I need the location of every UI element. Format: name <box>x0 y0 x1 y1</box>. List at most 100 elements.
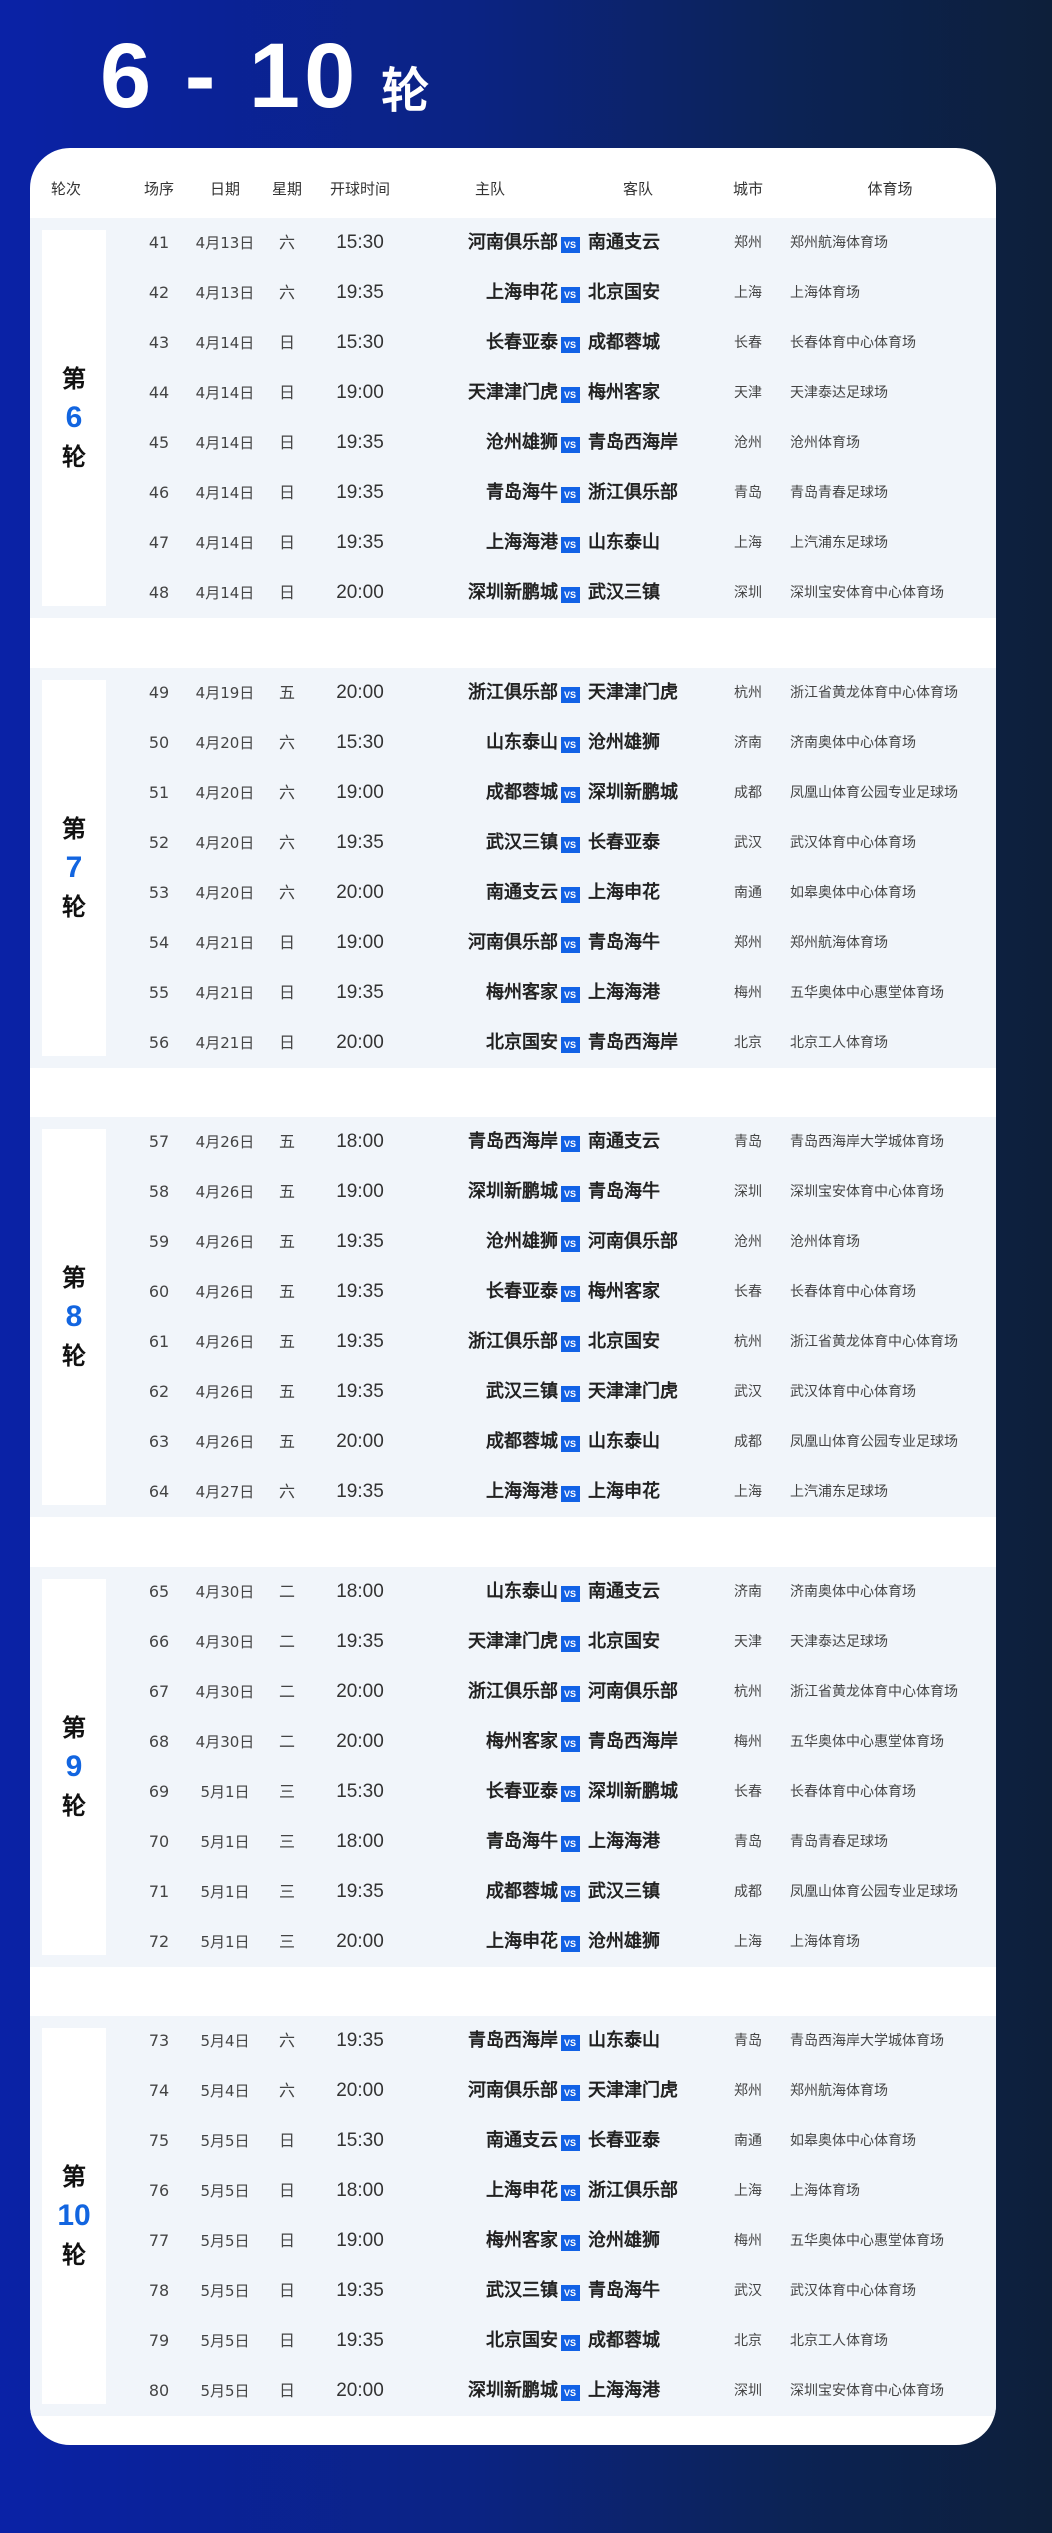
match-city: 杭州 <box>734 1334 762 1350</box>
match-venue: 青岛青春足球场 <box>790 485 888 501</box>
match-weekday: 三 <box>278 1931 295 1951</box>
vs-badge: VS <box>560 736 580 753</box>
match-weekday: 日 <box>278 2181 295 2200</box>
match-row: 59 4月26日五 19:35 沧州雄狮 VS 河南俱乐部 沧州 沧州体育场 <box>30 1217 996 1267</box>
kickoff-time: 20:00 <box>336 881 384 903</box>
kickoff-time: 20:00 <box>336 1930 384 1952</box>
kickoff-time: 20:00 <box>336 1431 384 1452</box>
home-team: 武汉三镇 <box>486 2280 558 2301</box>
vs-badge: VS <box>560 2285 580 2301</box>
match-city: 郑州 <box>734 235 762 251</box>
match-no: 49 <box>148 682 170 702</box>
match-row: 68 4月30日二 20:00 梅州客家 VS 青岛西海岸 梅州 五华奥体中心惠堂体育场 <box>30 1717 996 1767</box>
vs-icon: VS <box>550 218 590 268</box>
match-row: 54 4月21日日 19:00 河南俱乐部 VS 青岛海牛 郑州 郑州航海体育场 <box>30 918 996 968</box>
vs-icon: VS <box>550 1117 590 1167</box>
match-venue: 济南奥体中心体育场 <box>790 734 916 751</box>
match-date: 4月13日 <box>195 284 255 302</box>
match-row: 44 4月14日日 19:00 天津津门虎 VS 梅州客家 天津 天津泰达足球场 <box>30 368 996 418</box>
match-city: 杭州 <box>734 1683 762 1700</box>
match-venue: 凤凰山体育公园专业足球场 <box>790 784 958 801</box>
home-team: 沧州雄狮 <box>486 1231 558 1252</box>
match-row: 47 4月14日日 19:35 上海海港 VS 山东泰山 上海 上汽浦东足球场 <box>30 518 996 568</box>
vs-icon: VS <box>550 1267 590 1317</box>
match-venue: 济南奥体中心体育场 <box>790 1583 916 1600</box>
match-date: 4月26日 <box>195 1383 255 1401</box>
match-row: 75 5月5日日 15:30 南通支云 VS 长春亚泰 南通 如皋奥体中心体育场 <box>30 2116 996 2166</box>
match-venue: 北京工人体育场 <box>790 2333 888 2349</box>
home-team: 青岛海牛 <box>486 1830 558 1852</box>
match-row: 48 4月14日日 20:00 深圳新鹏城 VS 武汉三镇 深圳 深圳宝安体育中心体育场 <box>30 568 996 618</box>
vs-badge: VS <box>560 2135 580 2151</box>
table-header: 轮次 场序 日期 星期 开球时间 主队 客队 城市 体育场 <box>30 178 996 208</box>
vs-badge: VS <box>560 1236 580 1252</box>
match-no: 53 <box>148 882 170 902</box>
vs-badge: VS <box>560 1136 580 1152</box>
match-no: 60 <box>148 1282 170 1301</box>
vs-icon: VS <box>550 868 590 918</box>
match-city: 沧州 <box>734 435 762 451</box>
page-title: 6 - 10 轮 <box>100 30 429 122</box>
match-no: 54 <box>148 932 170 952</box>
vs-badge: VS <box>560 1835 580 1852</box>
match-date: 5月5日 <box>200 2182 250 2200</box>
match-date: 5月1日 <box>200 1832 250 1851</box>
kickoff-time: 19:35 <box>336 831 384 853</box>
vs-badge: VS <box>560 686 580 703</box>
match-date: 4月26日 <box>195 1183 255 1201</box>
match-row: 61 4月26日五 19:35 浙江俱乐部 VS 北京国安 杭州 浙江省黄龙体育中心体育场 <box>30 1317 996 1367</box>
match-weekday: 三 <box>278 1881 295 1901</box>
match-weekday: 日 <box>278 2381 295 2400</box>
kickoff-time: 19:00 <box>336 781 384 803</box>
match-weekday: 二 <box>278 1681 295 1701</box>
match-no: 64 <box>148 1482 170 1501</box>
match-weekday: 日 <box>278 483 295 502</box>
vs-icon: VS <box>550 2266 590 2316</box>
match-date: 4月27日 <box>195 1483 255 1501</box>
vs-icon: VS <box>550 1567 590 1617</box>
vs-badge: VS <box>560 836 580 853</box>
home-team: 河南俱乐部 <box>468 232 558 253</box>
match-weekday: 五 <box>278 1182 295 1201</box>
match-date: 5月5日 <box>200 2232 250 2250</box>
match-no: 41 <box>148 233 170 252</box>
vs-icon: VS <box>550 768 590 818</box>
match-date: 4月30日 <box>195 1582 255 1601</box>
vs-badge: VS <box>560 1436 580 1452</box>
kickoff-time: 20:00 <box>336 1680 384 1702</box>
home-team: 浙江俱乐部 <box>468 1331 558 1352</box>
home-team: 深圳新鹏城 <box>468 2380 558 2401</box>
match-city: 成都 <box>734 1883 762 1900</box>
match-weekday: 五 <box>278 1432 295 1451</box>
vs-icon: VS <box>550 818 590 868</box>
match-weekday: 日 <box>278 2331 295 2350</box>
kickoff-time: 15:30 <box>336 232 384 253</box>
home-team: 天津津门虎 <box>468 382 558 403</box>
match-date: 4月20日 <box>195 883 255 902</box>
match-no: 77 <box>148 2231 170 2250</box>
match-city: 郑州 <box>734 934 762 951</box>
kickoff-time: 19:35 <box>336 282 384 303</box>
match-no: 80 <box>148 2381 170 2400</box>
match-city: 武汉 <box>734 834 762 851</box>
match-city: 北京 <box>734 1034 762 1051</box>
match-weekday: 六 <box>278 2031 295 2050</box>
vs-icon: VS <box>550 1367 590 1417</box>
match-venue: 武汉体育中心体育场 <box>790 2283 916 2299</box>
vs-icon: VS <box>550 1667 590 1717</box>
match-no: 51 <box>148 782 170 802</box>
vs-icon: VS <box>550 418 590 468</box>
kickoff-time: 18:00 <box>336 2180 384 2201</box>
vs-icon: VS <box>550 1767 590 1817</box>
match-no: 47 <box>148 533 170 552</box>
match-weekday: 五 <box>278 1332 295 1351</box>
match-city: 梅州 <box>734 1733 762 1750</box>
match-weekday: 六 <box>278 283 295 302</box>
vs-icon: VS <box>550 2016 590 2066</box>
vs-icon: VS <box>550 1467 590 1517</box>
match-no: 71 <box>148 1881 170 1901</box>
kickoff-time: 19:00 <box>336 382 384 403</box>
match-venue: 深圳宝安体育中心体育场 <box>790 2383 944 2399</box>
vs-badge: VS <box>560 1885 580 1902</box>
match-row: 51 4月20日六 19:00 成都蓉城 VS 深圳新鹏城 成都 凤凰山体育公园专业足球场 <box>30 768 996 818</box>
